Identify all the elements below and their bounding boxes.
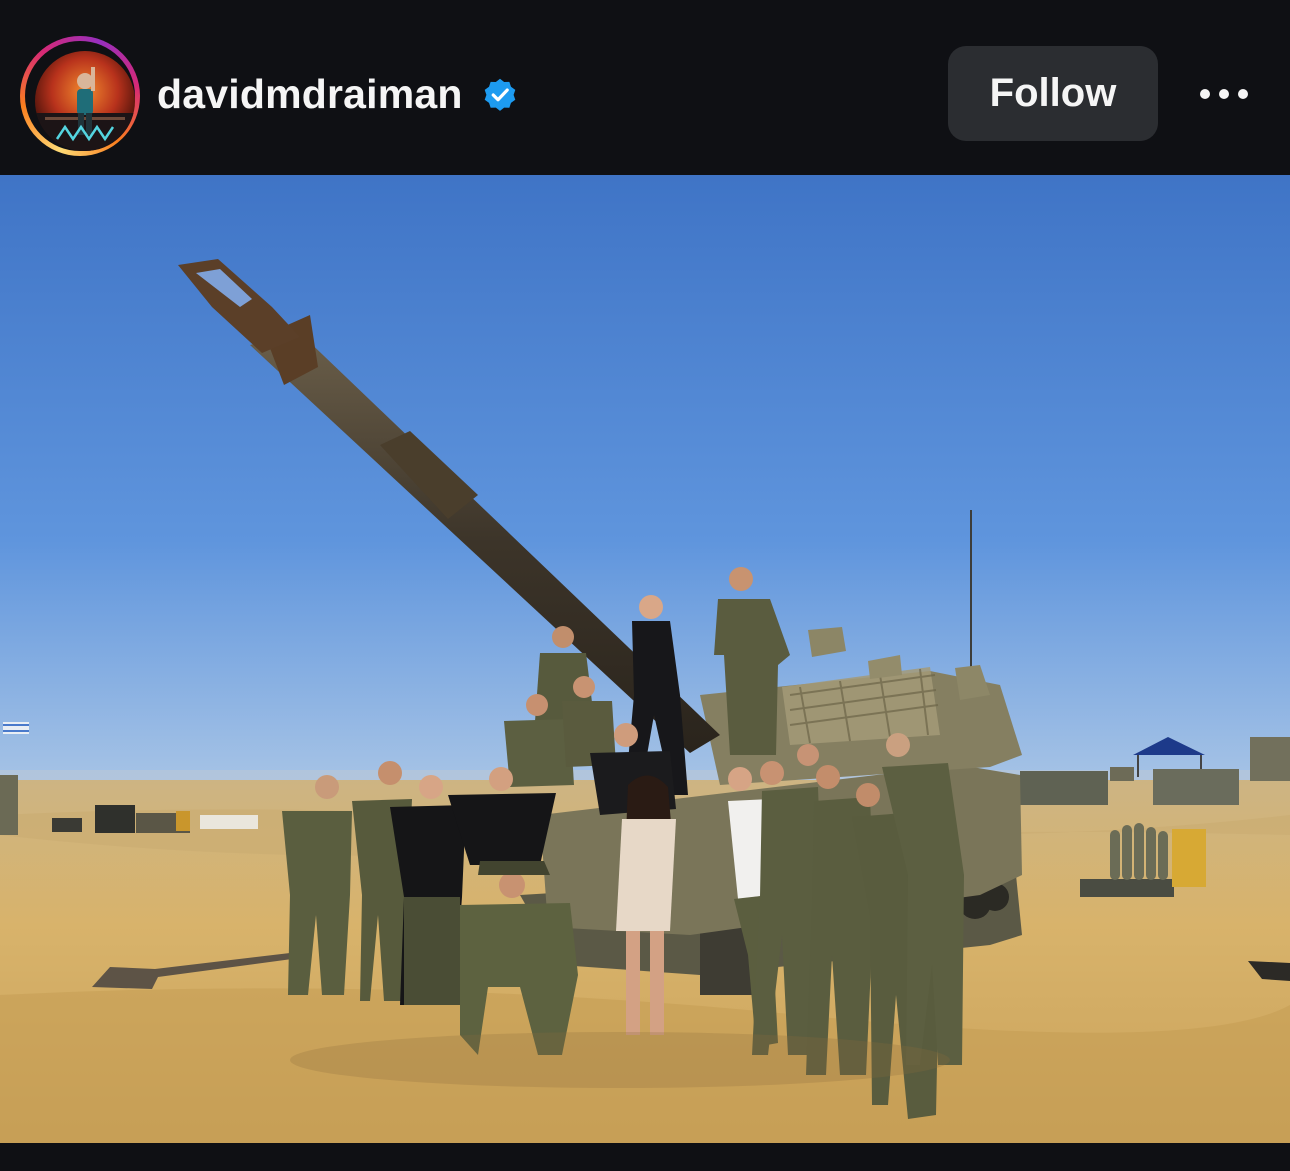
verified-badge-icon: [484, 78, 516, 111]
follow-button[interactable]: Follow: [948, 46, 1158, 141]
post-header: davidmdraiman Follow: [0, 0, 1290, 175]
container: [1020, 771, 1108, 805]
profile-avatar[interactable]: [35, 51, 135, 151]
flag: [3, 722, 29, 734]
bottom-bar: [0, 1143, 1290, 1171]
story-ring[interactable]: [20, 36, 140, 156]
post-photo[interactable]: [0, 175, 1290, 1143]
person-in-dress: [616, 819, 676, 931]
post-username[interactable]: davidmdraiman: [157, 70, 463, 118]
post-frame: davidmdraiman Follow: [0, 0, 1290, 1171]
more-horizontal-icon[interactable]: [1192, 74, 1256, 114]
avatar-image: [35, 51, 135, 151]
post-image: [0, 175, 1290, 1143]
